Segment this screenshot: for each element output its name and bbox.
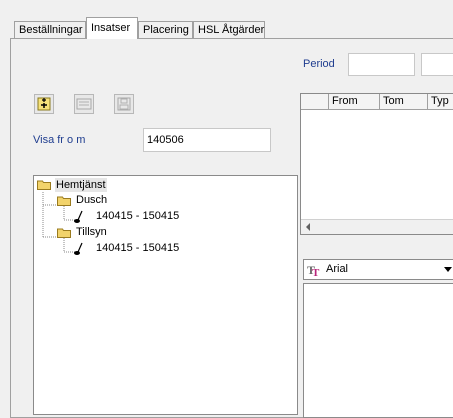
truetype-icon: T T xyxy=(307,263,320,277)
save-button[interactable] xyxy=(114,94,134,114)
add-icon xyxy=(37,97,51,111)
tab-hsl-atgarder[interactable]: HSL Åtgärder xyxy=(193,21,265,38)
add-button[interactable] xyxy=(34,94,54,114)
svg-text:T: T xyxy=(312,267,320,277)
grid-header-typ[interactable]: Typ xyxy=(428,94,453,110)
folder-icon xyxy=(57,228,71,238)
folder-icon xyxy=(37,180,51,190)
grid-header-blank xyxy=(301,94,329,110)
period-label: Period xyxy=(303,58,335,70)
tree-group-label[interactable]: Dusch xyxy=(76,193,107,207)
tab-strip: Beställningar Insatser Placering HSL Åtg… xyxy=(0,0,453,40)
scroll-left-icon[interactable] xyxy=(304,223,312,231)
tree-group-label[interactable]: Tillsyn xyxy=(76,225,107,239)
grid-horizontal-scrollbar[interactable] xyxy=(301,219,453,234)
edit-button[interactable] xyxy=(74,94,94,114)
tab-insatser[interactable]: Insatser xyxy=(86,17,138,39)
tree-root-label[interactable]: Hemtjänst xyxy=(55,178,107,192)
tree-item-period[interactable]: 140415 - 150415 xyxy=(96,241,179,255)
folder-icon xyxy=(57,196,71,206)
period-grid[interactable]: From Tom Typ xyxy=(300,93,453,235)
font-selector[interactable]: T T Arial xyxy=(303,259,453,280)
grid-header-from[interactable]: From xyxy=(329,94,380,110)
note-icon xyxy=(74,210,83,223)
chevron-down-icon[interactable] xyxy=(444,267,452,272)
tab-bestallningar[interactable]: Beställningar xyxy=(14,21,86,38)
visa-label: Visa fr o m xyxy=(33,134,86,146)
edit-icon xyxy=(76,98,92,110)
period-to-field[interactable] xyxy=(421,53,453,76)
period-from-field[interactable] xyxy=(348,53,415,76)
save-icon xyxy=(117,97,131,111)
note-icon xyxy=(74,242,83,255)
tab-placering[interactable]: Placering xyxy=(138,21,193,38)
text-editor[interactable] xyxy=(303,283,453,418)
insats-tree[interactable]: Hemtjänst Dusch 140415 - 150415 Tillsyn … xyxy=(33,175,298,415)
visa-date-field[interactable]: 140506 xyxy=(143,128,271,152)
font-name: Arial xyxy=(326,263,349,275)
grid-header-tom[interactable]: Tom xyxy=(380,94,428,110)
tree-item-period[interactable]: 140415 - 150415 xyxy=(96,209,179,223)
